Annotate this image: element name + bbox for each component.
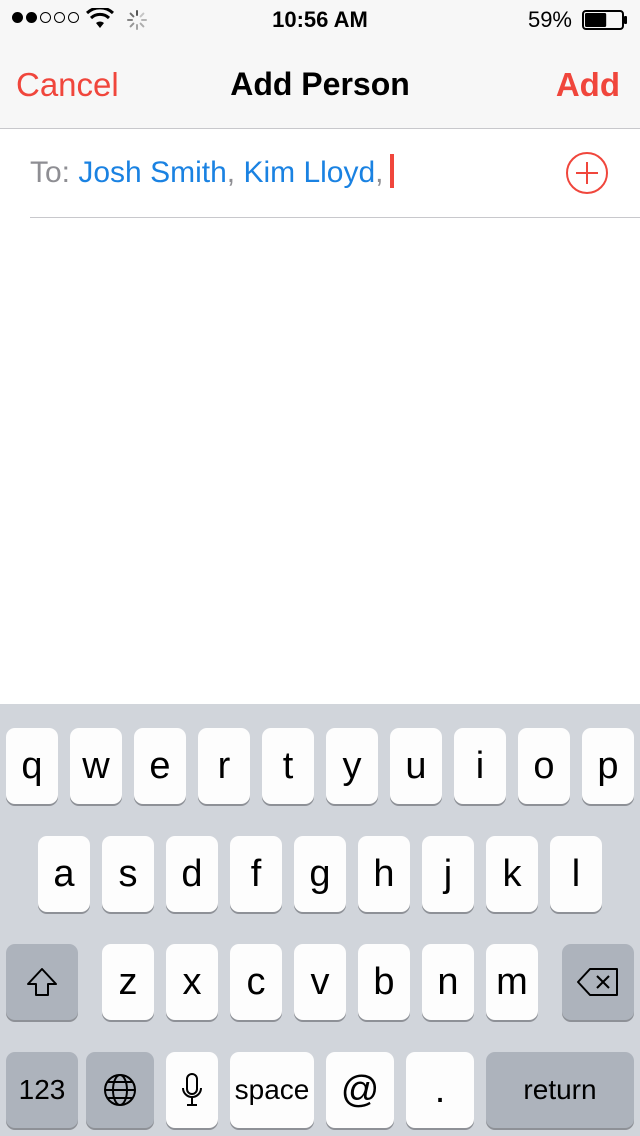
key-c[interactable]: c bbox=[230, 944, 282, 1020]
dictation-key[interactable] bbox=[166, 1052, 218, 1128]
return-key[interactable]: return bbox=[486, 1052, 634, 1128]
text-cursor bbox=[389, 154, 394, 188]
key-p[interactable]: p bbox=[582, 728, 634, 804]
key-j[interactable]: j bbox=[422, 836, 474, 912]
key-v[interactable]: v bbox=[294, 944, 346, 1020]
space-key[interactable]: space bbox=[230, 1052, 314, 1128]
key-h[interactable]: h bbox=[358, 836, 410, 912]
keyboard: 123 space @ . return qwertyuiop asdfghjkl… bbox=[0, 704, 640, 1136]
key-k[interactable]: k bbox=[486, 836, 538, 912]
key-s[interactable]: s bbox=[102, 836, 154, 912]
key-m[interactable]: m bbox=[486, 944, 538, 1020]
key-b[interactable]: b bbox=[358, 944, 410, 1020]
key-y[interactable]: y bbox=[326, 728, 378, 804]
key-d[interactable]: d bbox=[166, 836, 218, 912]
navigation-bar: Cancel Add Person Add bbox=[0, 40, 640, 128]
recipient-line: To: Josh Smith, Kim Lloyd, bbox=[30, 154, 394, 190]
key-e[interactable]: e bbox=[134, 728, 186, 804]
key-r[interactable]: r bbox=[198, 728, 250, 804]
shift-key[interactable] bbox=[6, 944, 78, 1020]
status-bar: 10:56 AM 59% bbox=[0, 0, 640, 40]
key-o[interactable]: o bbox=[518, 728, 570, 804]
key-t[interactable]: t bbox=[262, 728, 314, 804]
key-g[interactable]: g bbox=[294, 836, 346, 912]
recipient-token[interactable]: Kim Lloyd bbox=[243, 156, 375, 189]
key-i[interactable]: i bbox=[454, 728, 506, 804]
recipient-token[interactable]: Josh Smith bbox=[78, 156, 226, 189]
key-n[interactable]: n bbox=[422, 944, 474, 1020]
backspace-icon bbox=[577, 968, 618, 996]
microphone-icon bbox=[182, 1073, 202, 1106]
key-x[interactable]: x bbox=[166, 944, 218, 1020]
shift-icon bbox=[27, 968, 57, 996]
cancel-button[interactable]: Cancel bbox=[16, 66, 119, 104]
period-key[interactable]: . bbox=[406, 1052, 474, 1128]
key-l[interactable]: l bbox=[550, 836, 602, 912]
key-f[interactable]: f bbox=[230, 836, 282, 912]
globe-key[interactable] bbox=[86, 1052, 154, 1128]
key-u[interactable]: u bbox=[390, 728, 442, 804]
numbers-key[interactable]: 123 bbox=[6, 1052, 78, 1128]
delete-key[interactable] bbox=[562, 944, 634, 1020]
recipient-separator: , bbox=[375, 156, 384, 189]
at-key[interactable]: @ bbox=[326, 1052, 394, 1128]
key-w[interactable]: w bbox=[70, 728, 122, 804]
key-q[interactable]: q bbox=[6, 728, 58, 804]
add-contact-icon[interactable] bbox=[565, 151, 609, 195]
battery-icon bbox=[582, 10, 627, 30]
to-label: To: bbox=[30, 156, 71, 189]
add-button[interactable]: Add bbox=[556, 66, 620, 104]
key-z[interactable]: z bbox=[102, 944, 154, 1020]
battery-percent: 59% bbox=[527, 7, 572, 32]
recipient-separator: , bbox=[226, 156, 236, 189]
to-field[interactable]: To: Josh Smith, Kim Lloyd, bbox=[30, 130, 640, 218]
key-a[interactable]: a bbox=[38, 836, 90, 912]
top-bar: 10:56 AM 59% Cancel Add Person Add bbox=[0, 0, 640, 129]
globe-icon bbox=[104, 1074, 136, 1106]
